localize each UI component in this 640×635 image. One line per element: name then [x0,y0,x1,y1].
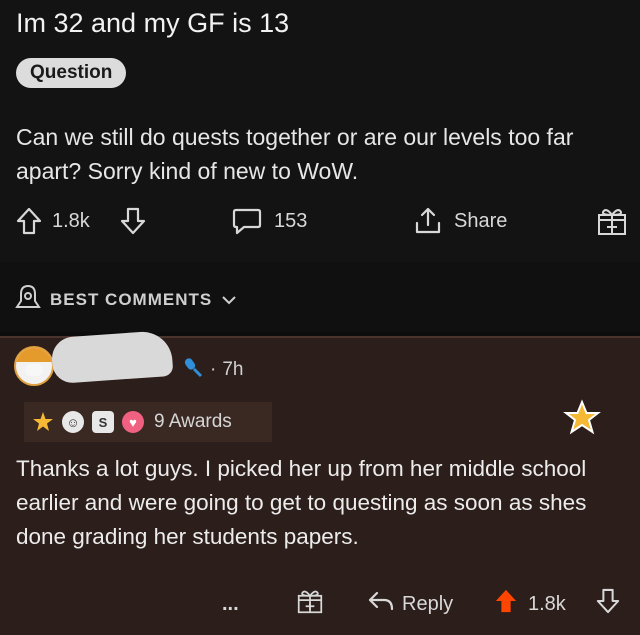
comment-meta: · 7h [182,356,243,384]
comment-count: 153 [274,209,308,232]
post-body: Can we still do quests together or are o… [16,124,574,184]
post-actions: 1.8k 153 Share [0,198,640,244]
reply-arrow-icon [368,590,394,618]
comment-downvote-button[interactable] [596,582,620,626]
sort-dropdown[interactable]: BEST COMMENTS [14,283,236,316]
comments-button[interactable]: 153 [232,198,307,244]
more-options-button[interactable]: ... [222,582,239,626]
comment-body: Thanks a lot guys. I picked her up from … [16,456,587,549]
share-icon [414,206,442,236]
reply-button[interactable]: Reply [368,582,453,626]
downvote-icon [596,588,620,620]
sort-bell-icon [14,283,42,316]
upvote-icon [16,207,42,235]
downvote-button[interactable] [120,198,146,244]
downvote-icon [120,207,146,235]
upvote-icon [494,588,518,620]
comment-score: 1.8k [528,592,566,615]
share-label: Share [454,209,508,232]
share-button[interactable]: Share [414,198,507,244]
silver-award-icon: S [92,411,114,433]
chevron-down-icon [222,290,236,310]
wholesome-award-icon: ☺ [62,411,84,433]
post-flair[interactable]: Question [16,58,127,88]
reply-label: Reply [402,592,454,615]
sort-label: BEST COMMENTS [50,289,213,309]
post-score: 1.8k [52,209,90,232]
comment-actions: ... Reply 1.8k [0,582,640,626]
star-award-icon [32,411,54,433]
gift-award-icon [296,588,324,620]
mic-icon [182,356,204,384]
awards-row[interactable]: ☺ S ♥ 9 Awards [24,402,272,442]
avatar[interactable] [14,346,54,386]
comment-award-button[interactable] [296,582,324,626]
redacted-username [50,329,174,385]
star-award-icon[interactable] [562,398,602,443]
awards-count: 9 Awards [154,411,232,432]
comment-bubble-icon [232,207,262,235]
gift-award-icon [596,206,628,236]
meta-dot: · [210,359,217,380]
comment-age: 7h [222,359,244,380]
heart-award-icon: ♥ [122,411,144,433]
post-card: Im 32 and my GF is 13 Question Can we st… [0,0,640,262]
post-title[interactable]: Im 32 and my GF is 13 [16,8,289,39]
upvote-button[interactable]: 1.8k [16,198,90,244]
comment-upvote-button[interactable]: 1.8k [494,582,566,626]
award-button[interactable] [596,198,628,244]
